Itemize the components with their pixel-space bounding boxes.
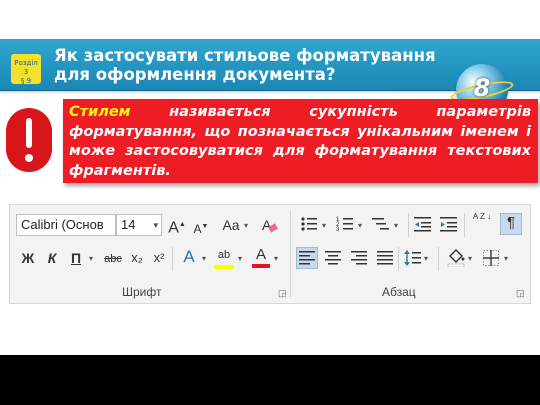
change-case-button[interactable]: Aa [220, 216, 242, 234]
divider [172, 247, 173, 271]
font-group-label: Шрифт [122, 285, 162, 299]
divider [438, 247, 439, 271]
svg-text:3: 3 [336, 227, 340, 233]
chevron-down-icon: ▾ [394, 221, 399, 230]
bullets-button[interactable] [300, 215, 318, 237]
font-dialog-launcher-icon[interactable]: ◲ [278, 288, 287, 299]
section-badge-line1: Розділ 3 [14, 59, 38, 76]
exclamation-dot [25, 154, 33, 162]
italic-button[interactable]: К [44, 249, 60, 267]
highlight-color-bar [214, 265, 234, 269]
text-effects-button[interactable]: A [180, 248, 198, 266]
caret-down-icon: ▼ [201, 223, 209, 230]
justify-button[interactable] [376, 249, 394, 271]
chevron-down-icon: ▾ [153, 220, 158, 230]
ribbon-screenshot: Calibri (Основ 14 ▾ A▲ A▼ Aa ▾ A Ж К П ▾… [9, 204, 531, 304]
paragraph-group-label: Абзац [382, 285, 416, 299]
borders-icon [483, 250, 499, 266]
paint-bucket-icon [447, 249, 465, 268]
justify-icon [377, 251, 393, 265]
font-name-combo[interactable]: Calibri (Основ [16, 214, 116, 236]
divider [464, 213, 465, 237]
show-marks-label: ¶ [506, 214, 516, 231]
chevron-down-icon: ▾ [424, 254, 429, 263]
caret-up-icon: ▲ [178, 221, 186, 228]
multilevel-list-icon [372, 218, 389, 230]
subscript-label: x₂ [131, 250, 143, 265]
chevron-down-icon: ▾ [468, 254, 473, 263]
font-size-value: 14 [121, 217, 136, 232]
clear-formatting-icon: A [262, 217, 278, 233]
show-formatting-marks-button[interactable]: ¶ [500, 213, 522, 235]
superscript-label: x² [153, 250, 165, 265]
slide: Розділ 3 § 9 Як застосувати стильове фор… [0, 0, 540, 355]
grow-font-label: A [168, 219, 179, 237]
chevron-down-icon: ▾ [504, 254, 509, 263]
group-divider [290, 211, 291, 297]
chevron-down-icon: ▾ [202, 254, 207, 263]
borders-button[interactable] [482, 249, 500, 271]
align-right-button[interactable] [350, 249, 368, 271]
exclamation-bar [26, 118, 32, 148]
underline-label: П [70, 250, 82, 266]
bold-label: Ж [21, 250, 35, 266]
align-right-icon [351, 251, 367, 265]
divider [398, 247, 399, 271]
shading-button[interactable] [446, 247, 466, 271]
sort-button[interactable]: A Z ↓ [472, 213, 492, 221]
italic-label: К [47, 250, 57, 266]
clear-formatting-button[interactable]: A [260, 216, 278, 238]
numbered-list-icon: 123 [336, 217, 353, 233]
bold-button[interactable]: Ж [20, 249, 36, 267]
bullet-list-icon [301, 217, 317, 231]
shrink-font-label: A [193, 222, 202, 236]
shrink-font-button[interactable]: A▼ [192, 218, 210, 238]
chevron-down-icon: ▾ [274, 254, 279, 263]
superscript-button[interactable]: x² [150, 249, 168, 267]
chevron-down-icon: ▾ [322, 221, 327, 230]
change-case-label: Aa [222, 217, 240, 233]
section-badge-line2: § 9 [20, 77, 32, 85]
increase-indent-icon [440, 217, 457, 232]
line-spacing-button[interactable] [404, 249, 422, 271]
multilevel-list-button[interactable] [372, 215, 390, 237]
chevron-down-icon: ▾ [89, 254, 94, 263]
slide-title: Як застосувати стильове форматування для… [54, 46, 436, 84]
chevron-down-icon: ▾ [358, 221, 363, 230]
font-color-bar [252, 264, 270, 268]
increase-indent-button[interactable] [440, 215, 458, 237]
highlight-label: ab [217, 249, 231, 261]
sort-label: A Z [472, 212, 485, 221]
font-color-label: A [255, 246, 266, 263]
numbering-button[interactable]: 123 [336, 215, 354, 237]
align-center-icon [325, 251, 341, 265]
definition-text: Стилем називається сукупність параметрів… [69, 103, 531, 181]
align-center-button[interactable] [324, 249, 342, 271]
text-effects-label: A [183, 247, 195, 266]
definition-term: Стилем [69, 104, 131, 120]
line-spacing-icon [404, 250, 421, 266]
grow-font-button[interactable]: A▲ [168, 216, 186, 237]
decrease-indent-button[interactable] [414, 215, 432, 237]
subscript-button[interactable]: x₂ [128, 249, 146, 267]
arrow-down-icon: ↓ [487, 212, 492, 221]
strikethrough-button[interactable]: abc [102, 250, 124, 268]
paragraph-dialog-launcher-icon[interactable]: ◲ [516, 288, 525, 299]
highlight-button[interactable]: ab [214, 246, 234, 269]
align-left-button[interactable] [296, 247, 318, 269]
exclamation-icon [6, 108, 52, 172]
definition-rest: називається сукупність параметрів формат… [69, 104, 531, 179]
chevron-down-icon: ▾ [244, 221, 249, 230]
section-badge: Розділ 3 § 9 [11, 54, 41, 85]
font-size-combo[interactable]: 14 ▾ [116, 214, 162, 236]
font-name-value: Calibri (Основ [21, 217, 104, 232]
align-left-icon [299, 251, 315, 265]
grade-number: 8 [473, 74, 491, 102]
divider [408, 213, 409, 237]
font-color-button[interactable]: A [252, 246, 270, 268]
decrease-indent-icon [414, 217, 431, 232]
strikethrough-label: abc [104, 253, 122, 265]
underline-button[interactable]: П [68, 249, 84, 267]
chevron-down-icon: ▾ [238, 254, 243, 263]
